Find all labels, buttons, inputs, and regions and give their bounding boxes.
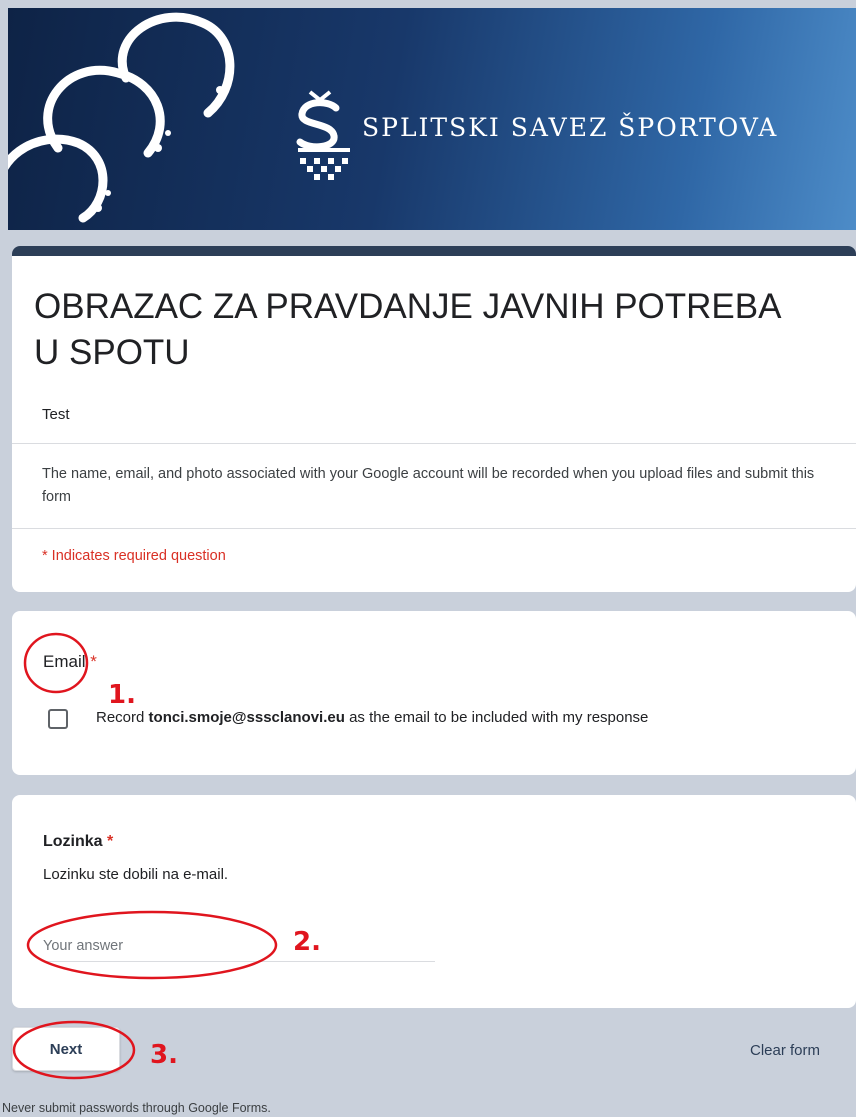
email-question-card: Email * Record tonci.smoje@sssclanovi.eu…: [12, 611, 856, 775]
email-label-text: Email: [43, 652, 86, 671]
divider: [12, 443, 856, 444]
annotation-label-2: 2.: [293, 927, 321, 957]
header-banner: SPLITSKI SAVEZ ŠPORTOVA: [8, 8, 856, 230]
password-help-text: Lozinku ste dobili na e-mail.: [43, 866, 229, 883]
record-prefix: Record: [96, 709, 149, 726]
password-question-card: Lozinka * Lozinku ste dobili na e-mail.: [12, 795, 856, 1008]
required-marker: *: [107, 833, 114, 850]
account-notice: The name, email, and photo associated wi…: [42, 466, 815, 505]
form-title-card: OBRAZAC ZA PRAVDANJE JAVNIH POTREBA U SP…: [12, 246, 856, 592]
record-email-checkbox[interactable]: [48, 709, 68, 729]
brand-name: SPLITSKI SAVEZ ŠPORTOVA: [362, 112, 779, 142]
annotation-label-1: 1.: [108, 680, 136, 710]
record-suffix: as the email to be included with my resp…: [344, 709, 649, 726]
title-accent-bar: [12, 246, 856, 256]
form-description: Test: [42, 406, 70, 423]
password-warning: Never submit passwords through Google Fo…: [2, 1101, 271, 1115]
next-button[interactable]: Next: [12, 1027, 120, 1071]
password-label-text: Lozinka: [43, 833, 103, 850]
record-email-label[interactable]: Record tonci.smoje@sssclanovi.eu as the …: [96, 709, 648, 726]
password-answer-input[interactable]: [43, 931, 435, 962]
clear-form-button[interactable]: Clear form: [750, 1042, 820, 1059]
required-marker: *: [90, 652, 97, 671]
required-note: * Indicates required question: [42, 548, 226, 564]
email-question-label: Email *: [43, 652, 97, 672]
password-question-label: Lozinka *: [43, 833, 113, 851]
brand-logo-icon: [296, 90, 350, 180]
rings-decoration: [8, 12, 235, 223]
form-title: OBRAZAC ZA PRAVDANJE JAVNIH POTREBA U SP…: [34, 287, 780, 372]
annotation-label-3: 3.: [150, 1040, 178, 1070]
record-email-address: tonci.smoje@sssclanovi.eu: [148, 709, 345, 726]
divider: [12, 528, 856, 529]
brand: SPLITSKI SAVEZ ŠPORTOVA: [292, 86, 778, 182]
